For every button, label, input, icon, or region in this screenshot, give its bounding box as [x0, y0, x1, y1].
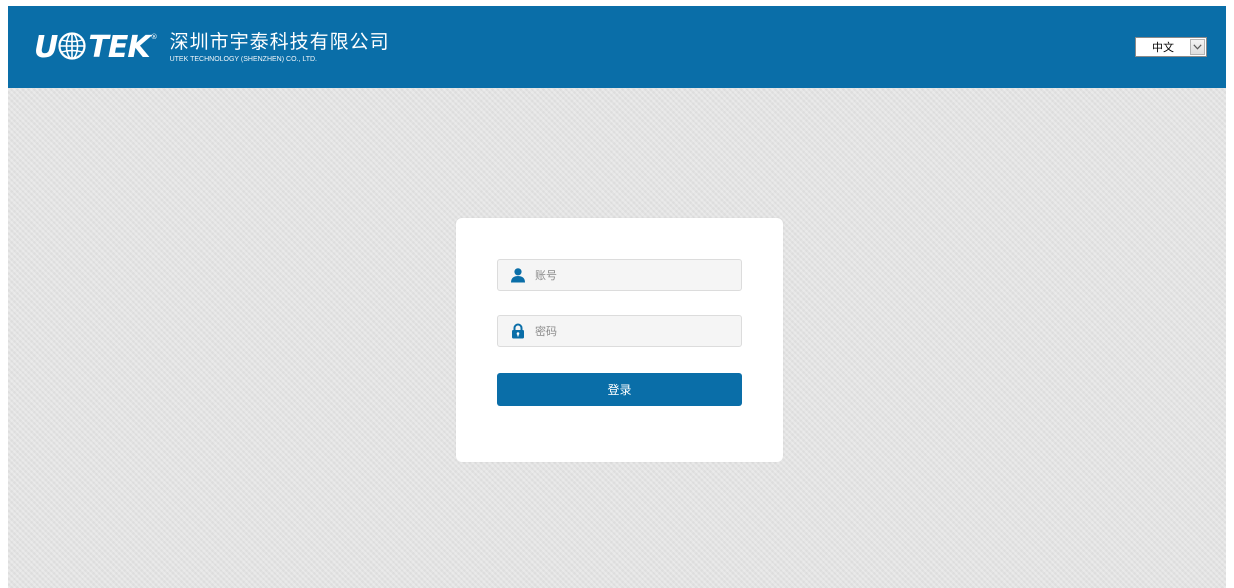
lock-icon	[510, 323, 526, 339]
company-name-cn: 深圳市宇泰科技有限公司	[169, 31, 390, 53]
page-background: U TEK ® 深圳市宇泰科技有限公司 UTEK TECHNOLOGY (SHE…	[8, 6, 1226, 588]
company-name-en: UTEK TECHNOLOGY (SHENZHEN) CO., LTD.	[169, 56, 318, 63]
username-input[interactable]	[535, 268, 725, 282]
user-icon	[510, 267, 526, 283]
company-logo: U TEK ® 深圳市宇泰科技有限公司 UTEK TECHNOLOGY (SHE…	[34, 31, 390, 65]
username-field[interactable]	[497, 259, 742, 291]
chevron-down-icon[interactable]	[1190, 39, 1205, 55]
company-name: 深圳市宇泰科技有限公司 UTEK TECHNOLOGY (SHENZHEN) C…	[170, 32, 390, 64]
login-button[interactable]: 登录	[497, 373, 742, 406]
password-input[interactable]	[535, 324, 725, 338]
language-select[interactable]: 中文	[1135, 37, 1207, 57]
password-field[interactable]	[497, 315, 742, 347]
brand-letters-right: TEK	[88, 30, 150, 65]
login-card: 登录	[456, 218, 783, 462]
brand-mark: U TEK ®	[34, 32, 158, 64]
registered-mark: ®	[150, 33, 158, 41]
brand-letters-left: U	[34, 30, 58, 65]
header-bar: U TEK ® 深圳市宇泰科技有限公司 UTEK TECHNOLOGY (SHE…	[8, 6, 1226, 88]
language-selected-value: 中文	[1152, 41, 1174, 54]
globe-icon	[58, 32, 86, 64]
